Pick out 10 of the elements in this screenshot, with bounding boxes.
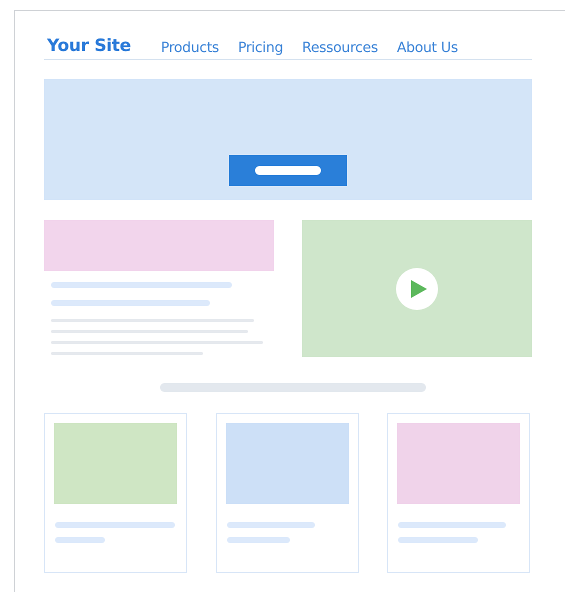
cta-button[interactable] xyxy=(229,155,347,186)
site-logo[interactable]: Your Site xyxy=(47,38,131,55)
nav-link[interactable]: Products xyxy=(160,41,219,55)
text-line xyxy=(55,537,105,543)
nav-link[interactable]: Pricing xyxy=(238,41,284,55)
button-label-placeholder xyxy=(255,166,321,175)
play-icon[interactable] xyxy=(396,268,438,310)
nav-link[interactable]: Ressources xyxy=(302,41,378,55)
nav-link[interactable]: About Us xyxy=(396,41,458,55)
text-line xyxy=(226,537,290,543)
